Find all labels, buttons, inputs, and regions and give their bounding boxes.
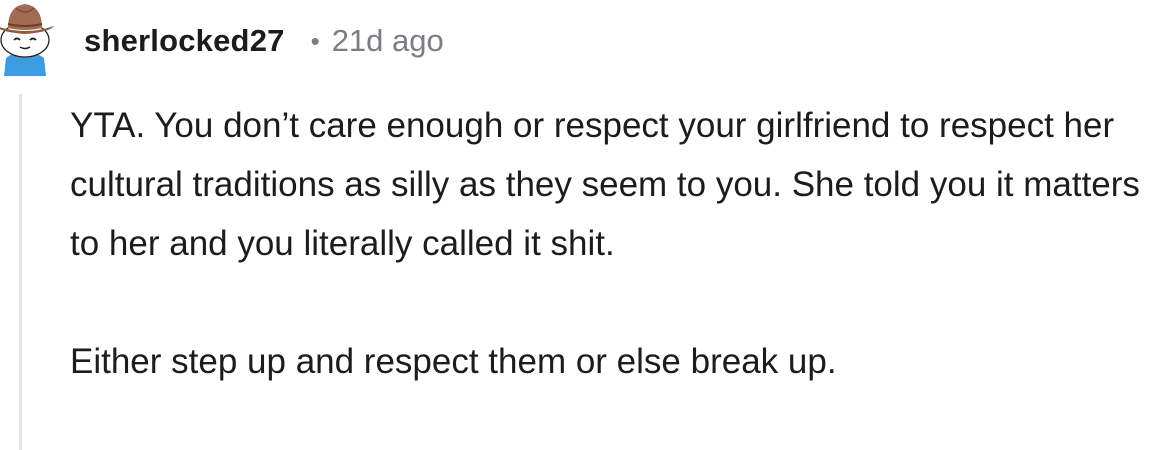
comment-paragraph: Either step up and respect them or else …: [70, 342, 837, 381]
username-link[interactable]: sherlocked27: [84, 23, 285, 59]
cowboy-snoo-avatar-icon: [0, 4, 54, 76]
comment: sherlocked27 • 21d ago YTA. You don’t ca…: [0, 0, 1152, 450]
comment-header: sherlocked27 • 21d ago: [84, 18, 444, 64]
comment-body: YTA. You don’t care enough or respect yo…: [70, 96, 1148, 391]
avatar[interactable]: [0, 0, 56, 76]
thread-collapse-line[interactable]: [19, 94, 22, 450]
meta-separator: •: [310, 26, 320, 56]
comment-paragraph: YTA. You don’t care enough or respect yo…: [70, 106, 1140, 263]
timestamp[interactable]: 21d ago: [332, 23, 444, 59]
